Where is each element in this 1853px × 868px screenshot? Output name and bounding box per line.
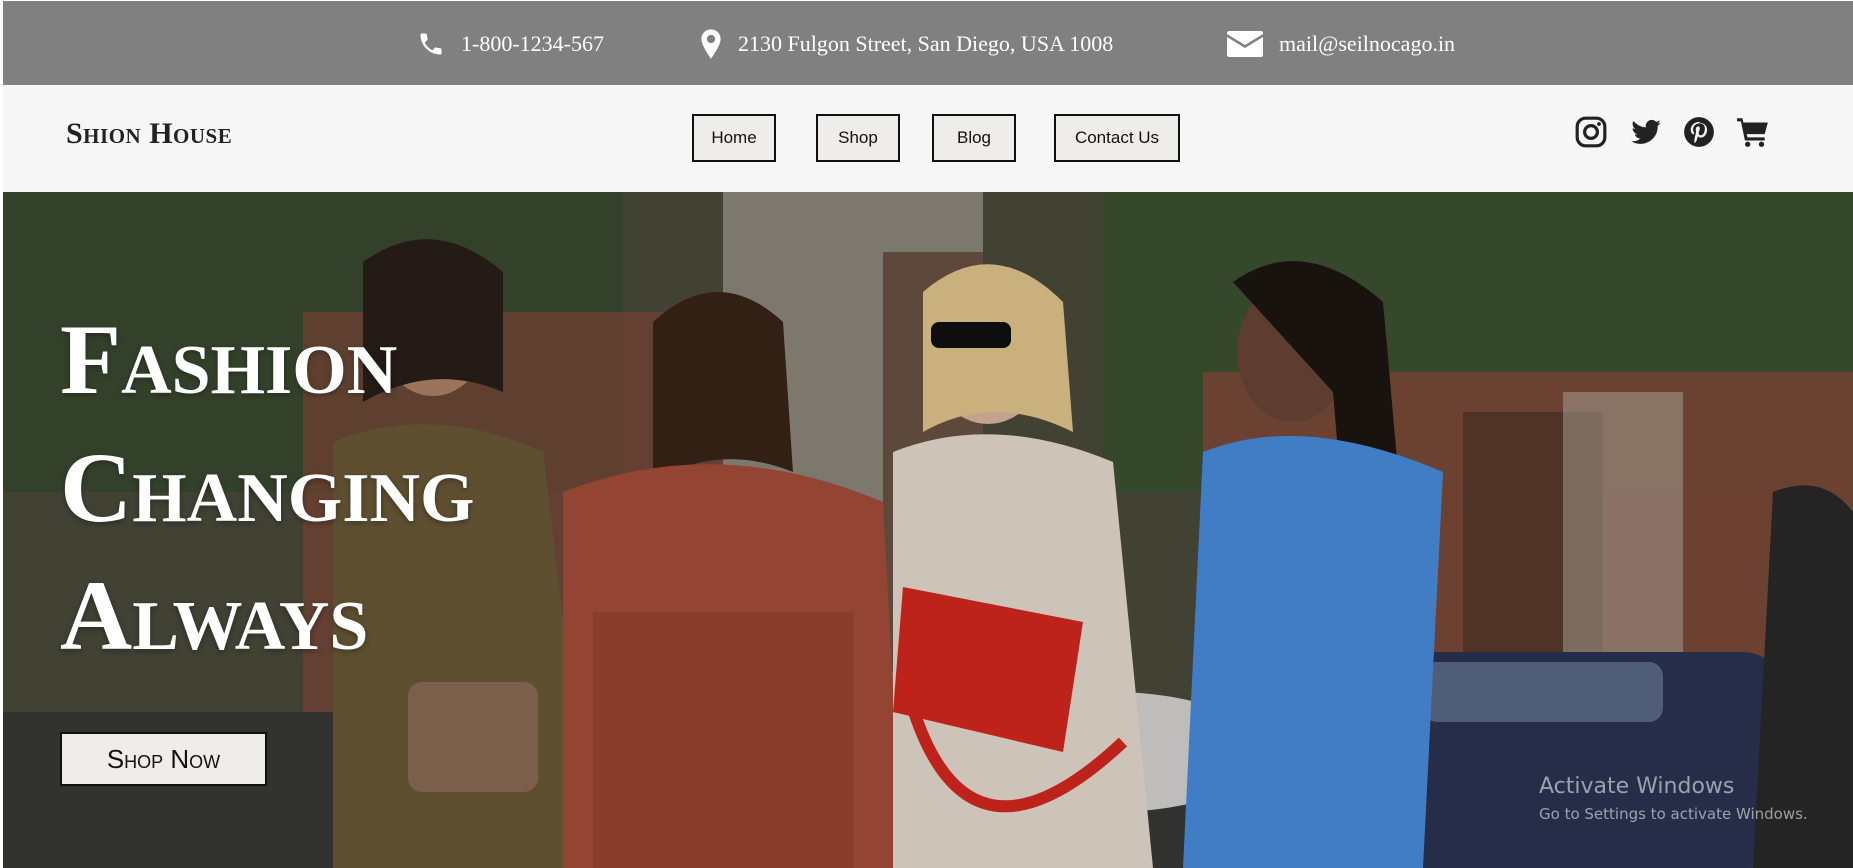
hero-title: Fashion Changing Always bbox=[60, 296, 474, 680]
instagram-icon[interactable] bbox=[1574, 115, 1608, 149]
contact-phone[interactable]: 1-800-1234-567 bbox=[417, 27, 604, 61]
contact-email[interactable]: mail@seilnocago.in bbox=[1227, 27, 1455, 61]
hero-title-line: Always bbox=[60, 560, 369, 671]
main-navbar: Shion House Home Shop Blog Contact Us bbox=[3, 85, 1853, 192]
top-info-bar: 1-800-1234-567 2130 Fulgon Street, San D… bbox=[3, 1, 1853, 85]
hero-title-line: Fashion bbox=[60, 304, 398, 415]
shop-now-button[interactable]: Shop Now bbox=[60, 732, 267, 786]
cart-icon[interactable] bbox=[1736, 115, 1770, 149]
watermark-subtitle: Go to Settings to activate Windows. bbox=[1539, 805, 1808, 823]
contact-address: 2130 Fulgon Street, San Diego, USA 1008 bbox=[700, 27, 1113, 61]
hero-title-line: Changing bbox=[60, 432, 475, 543]
phone-number: 1-800-1234-567 bbox=[461, 31, 604, 56]
phone-icon bbox=[417, 30, 445, 58]
nav-contact-button[interactable]: Contact Us bbox=[1054, 114, 1180, 162]
watermark-title: Activate Windows bbox=[1539, 774, 1735, 799]
envelope-icon bbox=[1227, 31, 1263, 57]
brand-logo[interactable]: Shion House bbox=[66, 117, 232, 151]
nav-home-button[interactable]: Home bbox=[692, 114, 776, 162]
pinterest-icon[interactable] bbox=[1682, 115, 1716, 149]
nav-blog-button[interactable]: Blog bbox=[932, 114, 1016, 162]
map-pin-icon bbox=[700, 29, 722, 59]
hero-banner: Fashion Changing Always Shop Now Activat… bbox=[3, 192, 1853, 868]
email-address: mail@seilnocago.in bbox=[1279, 31, 1456, 56]
nav-shop-button[interactable]: Shop bbox=[816, 114, 900, 162]
activate-windows-watermark: Activate Windows Go to Settings to activ… bbox=[1539, 774, 1808, 823]
address-text: 2130 Fulgon Street, San Diego, USA 1008 bbox=[738, 31, 1114, 56]
twitter-icon[interactable] bbox=[1629, 115, 1663, 149]
